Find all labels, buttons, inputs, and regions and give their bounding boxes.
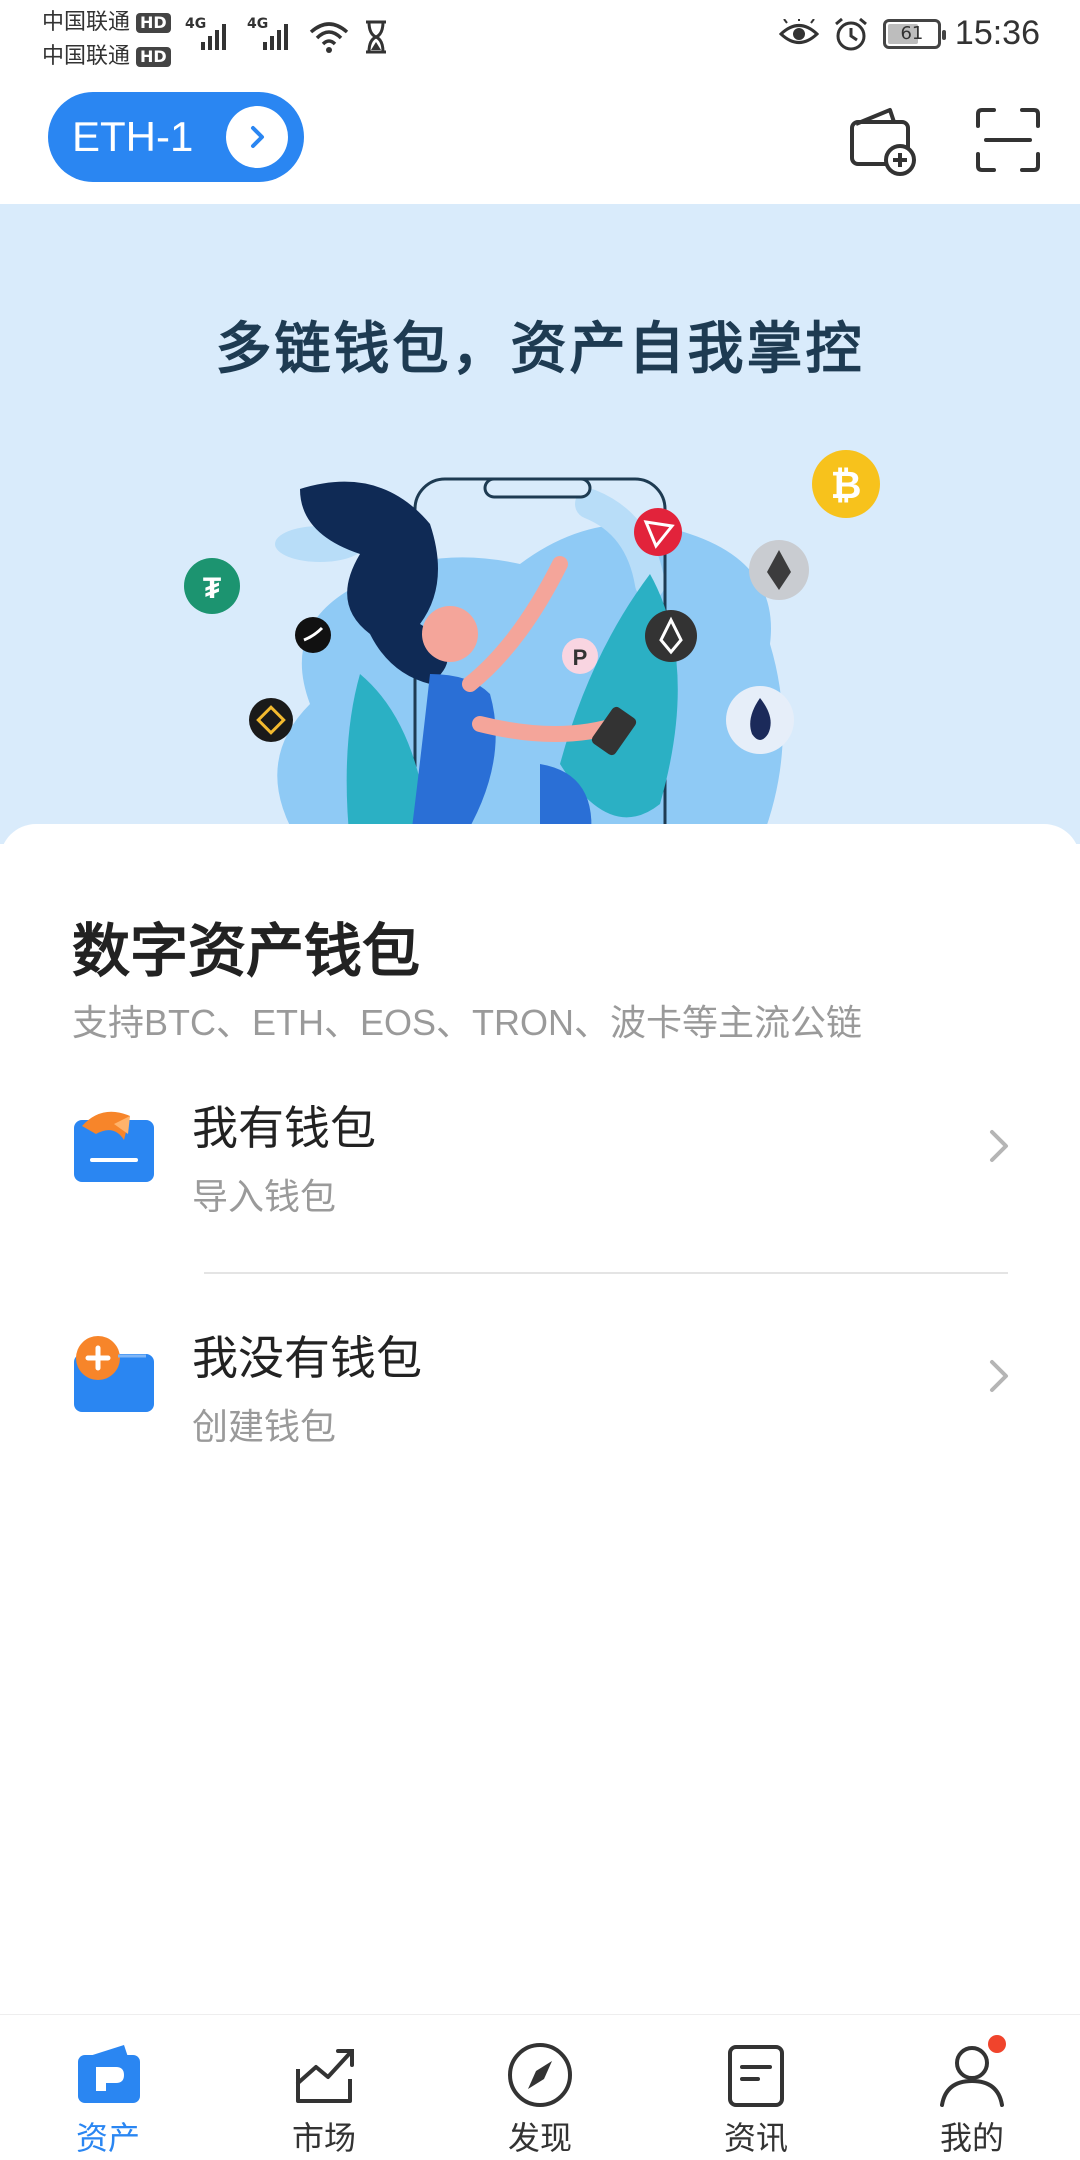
chevron-right-icon [990, 1360, 1008, 1392]
scan-icon[interactable] [968, 100, 1048, 180]
market-chart-icon [296, 2049, 354, 2103]
eos-icon [645, 610, 697, 662]
compass-icon [508, 2043, 572, 2107]
clock: 15:36 [954, 14, 1040, 52]
hd-badge: HD [136, 47, 171, 67]
nav-label: 资产 [75, 2119, 140, 2157]
status-right: 61 15:36 [778, 14, 1040, 53]
huobi-icon [726, 686, 794, 754]
option-subtitle: 导入钱包 [192, 1177, 337, 1218]
bitcoin-icon: ₿ [812, 450, 880, 518]
alarm-icon [834, 17, 867, 50]
status-bar: 中国联通 HD 中国联通 HD 4G 4G 61 15:36 [0, 0, 1080, 80]
ethereum-icon [749, 540, 809, 600]
swift-icon [295, 617, 331, 653]
top-bar: ETH-1 [0, 80, 1080, 204]
nav-item-assets[interactable]: 资产 [0, 2015, 216, 2160]
option-subtitle: 创建钱包 [192, 1407, 337, 1448]
section-title: 数字资产钱包 [72, 917, 421, 985]
chevron-right-icon [990, 1130, 1008, 1162]
binance-icon [249, 698, 293, 742]
hd-badge: HD [136, 13, 171, 33]
hourglass-icon [366, 20, 386, 54]
signal-indicators: 4G 4G [185, 14, 389, 54]
svg-text:P: P [573, 645, 588, 670]
nav-label: 市场 [291, 2119, 356, 2157]
svg-text:₿: ₿ [831, 465, 862, 507]
carrier-info: 中国联通 HD 中国联通 HD [42, 6, 171, 74]
hero-illustration: ₿ ₮ P [184, 450, 880, 844]
tether-icon: ₮ [184, 558, 240, 614]
polkadot-icon: P [562, 638, 598, 674]
notification-badge [988, 2035, 1006, 2053]
carrier-2-label: 中国联通 [42, 44, 131, 69]
eye-icon [778, 18, 819, 44]
wallet-icon [78, 2045, 140, 2103]
chain-selector-button[interactable]: ETH-1 [48, 92, 304, 182]
bottom-nav: 资产 市场 发现 资讯 我的 [0, 2014, 1080, 2160]
wallet-add-icon[interactable] [842, 100, 922, 180]
import-wallet-icon [74, 1111, 154, 1182]
chain-label: ETH-1 [72, 113, 194, 160]
tron-icon [634, 508, 682, 556]
divider [204, 1272, 1008, 1274]
option-title: 我没有钱包 [192, 1331, 422, 1385]
nav-label: 我的 [939, 2119, 1004, 2157]
nav-item-news[interactable]: 资讯 [648, 2015, 864, 2160]
svg-text:₮: ₮ [203, 572, 221, 605]
create-wallet-option[interactable]: 我没有钱包 创建钱包 [0, 1294, 1080, 1484]
carrier-1-label: 中国联通 [42, 10, 131, 35]
chevron-right-icon [226, 106, 288, 168]
battery-icon: 61 [882, 18, 946, 49]
wifi-icon [309, 22, 349, 53]
import-wallet-option[interactable]: 我有钱包 导入钱包 [0, 1064, 1080, 1254]
nav-item-discover[interactable]: 发现 [432, 2015, 648, 2160]
battery-level: 61 [900, 22, 924, 44]
signal-icon: 4G [247, 14, 295, 54]
nav-item-market[interactable]: 市场 [216, 2015, 432, 2160]
section-subtitle: 支持BTC、ETH、EOS、TRON、波卡等主流公链 [72, 1002, 863, 1043]
news-icon [728, 2045, 784, 2107]
create-wallet-icon [74, 1336, 154, 1412]
option-title: 我有钱包 [192, 1101, 376, 1155]
nav-label: 发现 [507, 2119, 572, 2157]
nav-item-profile[interactable]: 我的 [864, 2015, 1080, 2160]
signal-icon: 4G [185, 14, 233, 54]
hero-banner: 多链钱包，资产自我掌控 ₿ ₮ P [0, 204, 1080, 844]
nav-label: 资讯 [723, 2119, 788, 2157]
